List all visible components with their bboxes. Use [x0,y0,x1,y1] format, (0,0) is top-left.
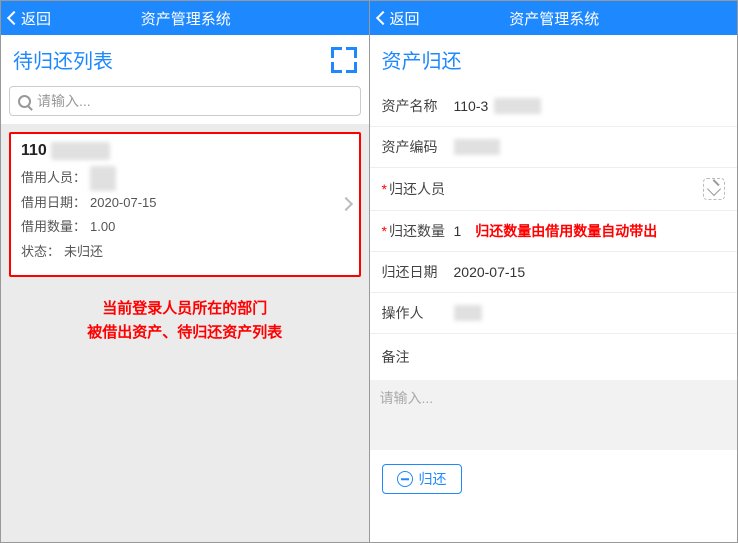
return-qty-value: 1 [454,223,462,239]
return-date-value: 2020-07-15 [454,264,726,280]
edit-icon[interactable] [703,178,725,200]
return-button[interactable]: 归还 [382,464,462,494]
asset-card-title-prefix: 110 [21,142,47,160]
back-button[interactable]: 返回 [378,8,420,29]
scan-icon[interactable] [331,47,357,73]
borrower-label: 借用人员： [21,166,86,191]
returner-row[interactable]: 归还人员 [370,168,738,211]
asset-name-value: 110-3 [454,98,489,114]
asset-card-title-hidden: -XXXXX [51,142,110,160]
back-label: 返回 [21,8,51,29]
operator-value: XXX [454,305,482,321]
borrow-qty-value: 1.00 [90,215,115,240]
topbar-left: 返回 资产管理系统 [1,1,369,35]
return-form: 资产名称 110-3XXXXX 资产编码 XXXXX 归还人员 归还数量 1归还… [370,86,738,542]
asset-name-hidden: XXXXX [494,98,541,114]
asset-return-pane: 返回 资产管理系统 资产归还 资产名称 110-3XXXXX 资产编码 XXXX… [370,1,738,542]
return-qty-label: 归还数量 [382,221,454,241]
search-input[interactable]: 请输入... [9,86,361,116]
borrow-qty-label: 借用数量： [21,215,86,240]
return-qty-row[interactable]: 归还数量 1 归还数量由借用数量自动带出 [370,211,738,252]
borrow-date-value: 2020-07-15 [90,191,157,216]
asset-code-row: 资产编码 XXXXX [370,127,738,168]
asset-name-label: 资产名称 [382,96,454,116]
remark-label: 备注 [382,347,454,367]
section-title: 资产归还 [382,45,462,74]
operator-label: 操作人 [382,303,454,323]
back-label: 返回 [390,8,420,29]
asset-code-value: XXXXX [454,139,501,155]
minus-circle-icon [397,471,413,487]
return-qty-annotation: 归还数量由借用数量自动带出 [475,221,657,241]
search-icon [18,95,31,108]
return-button-label: 归还 [419,469,447,489]
status-label: 状态： [21,240,60,265]
asset-name-row: 资产名称 110-3 XXXXX [370,86,738,127]
operator-row: 操作人 XXX [370,293,738,334]
pending-return-pane: 返回 资产管理系统 待归还列表 请输入... 110-XXXXX 借用人员：XX… [1,1,370,542]
annotation-text: 当前登录人员所在的部门 被借出资产、待归还资产列表 [9,297,361,345]
back-button[interactable]: 返回 [9,8,51,29]
app-title: 资产管理系统 [420,8,689,29]
return-date-row[interactable]: 归还日期 2020-07-15 [370,252,738,293]
asset-card-title: 110-XXXXX [21,142,349,160]
annotation-line2: 被借出资产、待归还资产列表 [9,321,361,345]
remark-textarea[interactable]: 请输入... [370,380,738,450]
form-footer: 归还 [370,450,738,508]
chevron-left-icon [375,11,389,25]
borrow-date-label: 借用日期： [21,191,86,216]
section-title: 待归还列表 [13,45,113,74]
borrower-value: XXX [90,166,116,191]
topbar-right: 返回 资产管理系统 [370,1,738,35]
status-value: 未归还 [64,240,103,265]
pending-list: 110-XXXXX 借用人员：XXX 借用日期：2020-07-15 借用数量：… [1,124,369,542]
chevron-left-icon [7,11,21,25]
section-header: 待归还列表 [1,35,369,86]
returner-label: 归还人员 [382,179,454,199]
asset-code-label: 资产编码 [382,137,454,157]
app-title: 资产管理系统 [51,8,320,29]
search-placeholder: 请输入... [37,91,91,111]
return-date-label: 归还日期 [382,262,454,282]
annotation-line1: 当前登录人员所在的部门 [9,297,361,321]
remark-row: 备注 [370,334,738,374]
section-header: 资产归还 [370,35,738,86]
asset-card[interactable]: 110-XXXXX 借用人员：XXX 借用日期：2020-07-15 借用数量：… [9,132,361,277]
